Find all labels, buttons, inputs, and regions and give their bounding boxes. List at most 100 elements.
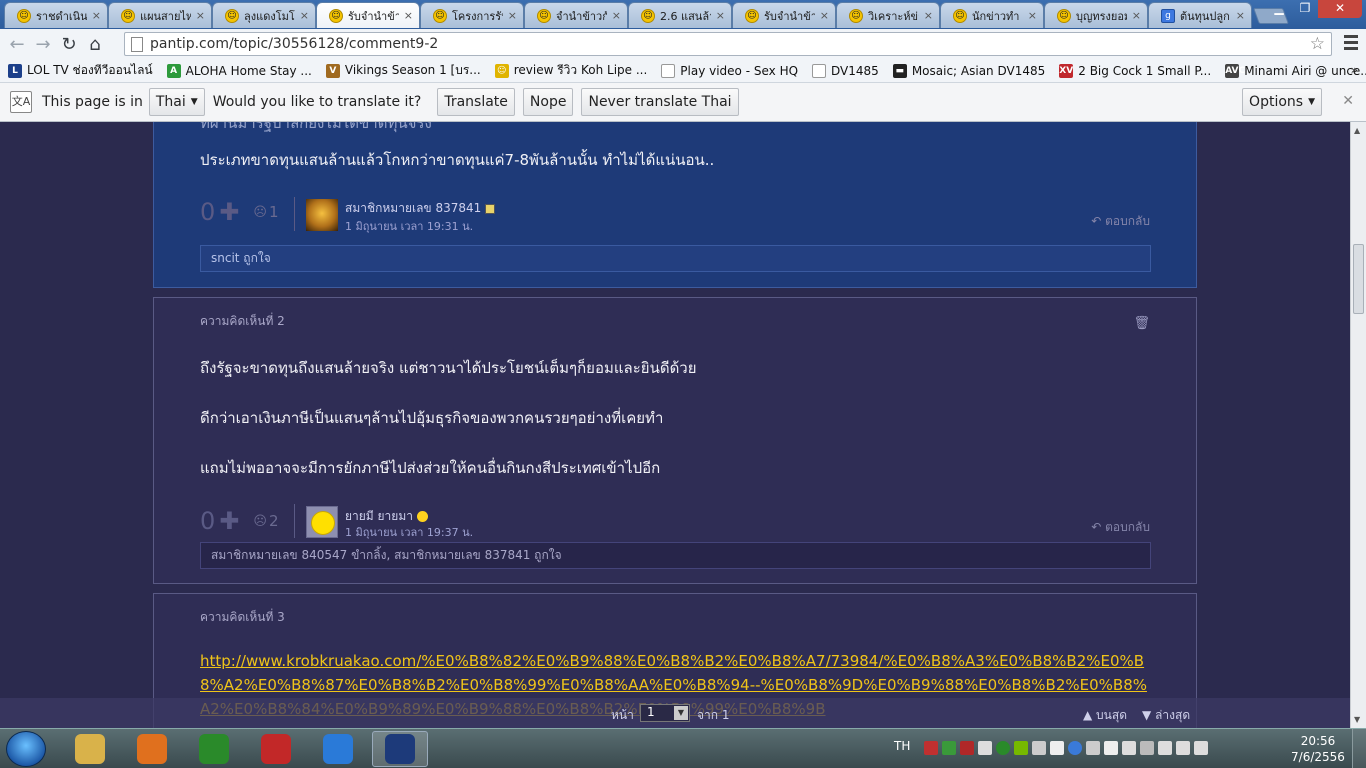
reload-button[interactable]: ↻ [56,31,82,57]
vote-count: 0 [200,507,216,535]
tab-3[interactable]: ☺ ลุงแดงโมโห × [212,2,316,28]
close-infobar-icon[interactable]: ✕ [1342,93,1354,109]
scroll-down-icon[interactable]: ▼ [1354,715,1360,724]
tray-icon[interactable] [978,741,992,755]
tab-close-icon[interactable]: × [92,9,101,22]
bookmark-item[interactable]: L LOL TV ช่องทีวีออนไลน์ [8,61,153,80]
tab-7[interactable]: ☺ 2.6 แสนล้าน × [628,2,732,28]
reply-link[interactable]: ↶ ตอบกลับ [1091,518,1150,537]
tray-icon[interactable] [1086,741,1100,755]
avatar[interactable] [306,199,338,231]
tab-10[interactable]: ☺ นักข่าวทำ × [940,2,1044,28]
tab-close-icon[interactable]: × [924,9,933,22]
tab-1[interactable]: ☺ ราชดำเนิน × [4,2,108,28]
tray-icon[interactable] [942,741,956,755]
bookmark-item[interactable]: A ALOHA Home Stay ... [166,61,312,80]
taskbar-explorer[interactable] [62,731,118,767]
taskbar-chrome[interactable] [310,731,366,767]
tab-close-icon[interactable]: × [508,9,517,22]
taskbar-utorrent[interactable] [186,731,242,767]
close-window-button[interactable]: ✕ [1318,0,1362,18]
minimize-button[interactable]: ▁ [1266,0,1292,18]
taskbar-app-red[interactable] [248,731,304,767]
tab-8[interactable]: ☺ รับจำนำข้าว × [732,2,836,28]
bookmark-item[interactable]: ▬ Mosaic; Asian DV1485 [892,61,1045,80]
forward-button[interactable]: → [30,31,56,57]
scroll-thumb[interactable] [1353,244,1364,314]
start-button[interactable] [6,731,46,767]
nvidia-tray-icon[interactable] [1014,741,1028,755]
tray-icon[interactable] [924,741,938,755]
tab-5[interactable]: ☺ โครงการรับ × [420,2,524,28]
tray-icon[interactable] [1068,741,1082,755]
back-button[interactable]: ← [4,31,30,57]
comment-text: ที่ผ่านมารัฐบาลก็ยังไม่ได้ขาดทุนจริง [200,122,432,132]
tab-close-icon[interactable]: × [820,9,829,22]
reply-link[interactable]: ↶ ตอบกลับ [1091,212,1150,231]
address-bar[interactable]: pantip.com/topic/30556128/comment9-2 ☆ [124,32,1332,56]
emotion-count: 1 [268,203,279,221]
language-select[interactable]: Thai ▼ [148,88,205,116]
tray-icon[interactable] [1104,741,1118,755]
google-favicon-icon: g [1161,8,1175,23]
bookmark-item[interactable]: DV1485 [812,61,879,80]
tray-icon[interactable] [960,741,974,755]
tab-11[interactable]: ☺ บุญทรงยอม × [1044,2,1148,28]
tab-close-icon[interactable]: × [300,9,309,22]
bookmark-item[interactable]: Play video - Sex HQ [661,61,798,80]
options-button[interactable]: Options ▼ [1242,88,1322,116]
avatar[interactable] [306,506,338,538]
maximize-button[interactable]: ❐ [1292,0,1318,18]
tray-icon[interactable] [1032,741,1046,755]
author-name[interactable]: สมาชิกหมายเลข 837841 [345,199,496,218]
translate-button[interactable]: Translate [437,88,515,116]
tab-close-icon[interactable]: × [716,9,725,22]
tab-6[interactable]: ☺ จำนำข้าวกับ × [524,2,628,28]
input-language[interactable]: TH [894,739,910,753]
chrome-menu-icon[interactable] [1344,35,1358,53]
vertical-scrollbar[interactable]: ▲ ▼ [1350,122,1366,728]
scroll-up-icon[interactable]: ▲ [1354,126,1360,135]
tab-close-icon[interactable]: × [612,9,621,22]
taskbar-firefox[interactable] [124,731,180,767]
signal-icon[interactable] [1194,741,1208,755]
network-icon[interactable] [1140,741,1154,755]
tab-title: 2.6 แสนล้าน [660,9,711,23]
show-desktop-button[interactable] [1352,729,1366,768]
tab-close-icon[interactable]: × [1028,9,1037,22]
tab-12[interactable]: g ต้นทุนปลูก × [1148,2,1252,28]
clock[interactable]: 20:56 7/6/2556 [1290,733,1346,765]
scroll-top-link[interactable]: ▲ บนสุด [1083,706,1127,725]
bookmark-star-icon[interactable]: ☆ [1310,34,1325,54]
bookmark-item[interactable]: XV 2 Big Cock 1 Small P... [1059,61,1211,80]
never-translate-button[interactable]: Never translate Thai [581,88,739,116]
tray-icon[interactable] [1050,741,1064,755]
utorrent-tray-icon[interactable] [996,741,1010,755]
tab-close-icon[interactable]: × [1236,9,1245,22]
bookmark-item[interactable]: AVC Minami Airi @ unce... [1225,61,1366,80]
divider [294,504,295,538]
scroll-bottom-link[interactable]: ▼ ล่างสุด [1142,706,1190,725]
flag-icon[interactable] [1158,741,1172,755]
taskbar-league-of-legends[interactable] [372,731,428,767]
tab-close-icon[interactable]: × [404,9,413,22]
emotion-icon[interactable]: ☹ [253,205,267,220]
dropdown-arrow-icon: ▼ [674,706,688,720]
tab-4[interactable]: ☺ รับจำนำข้าว × [316,2,420,28]
tab-2[interactable]: ☺ แผนสายไหม × [108,2,212,28]
more-bookmarks-icon[interactable]: » [1351,63,1358,77]
nope-button[interactable]: Nope [522,88,574,116]
plus-vote-icon[interactable]: ✚ [219,507,239,535]
emotion-icon[interactable]: ☹ [253,514,267,529]
bookmark-item[interactable]: V Vikings Season 1 [บร... [325,61,481,80]
tray-icon[interactable] [1122,741,1136,755]
tab-close-icon[interactable]: × [196,9,205,22]
delete-icon[interactable]: 🗑 [1133,316,1150,331]
bookmark-item[interactable]: ☺ review รีวิว Koh Lipe ... [494,61,647,80]
tab-close-icon[interactable]: × [1132,9,1141,22]
plus-vote-icon[interactable]: ✚ [219,198,239,226]
home-button[interactable]: ⌂ [82,31,108,57]
page-select[interactable]: 1 ▼ [640,704,690,722]
volume-icon[interactable] [1176,741,1190,755]
tab-9[interactable]: ☺ วิเคราะห์ข่าว × [836,2,940,28]
